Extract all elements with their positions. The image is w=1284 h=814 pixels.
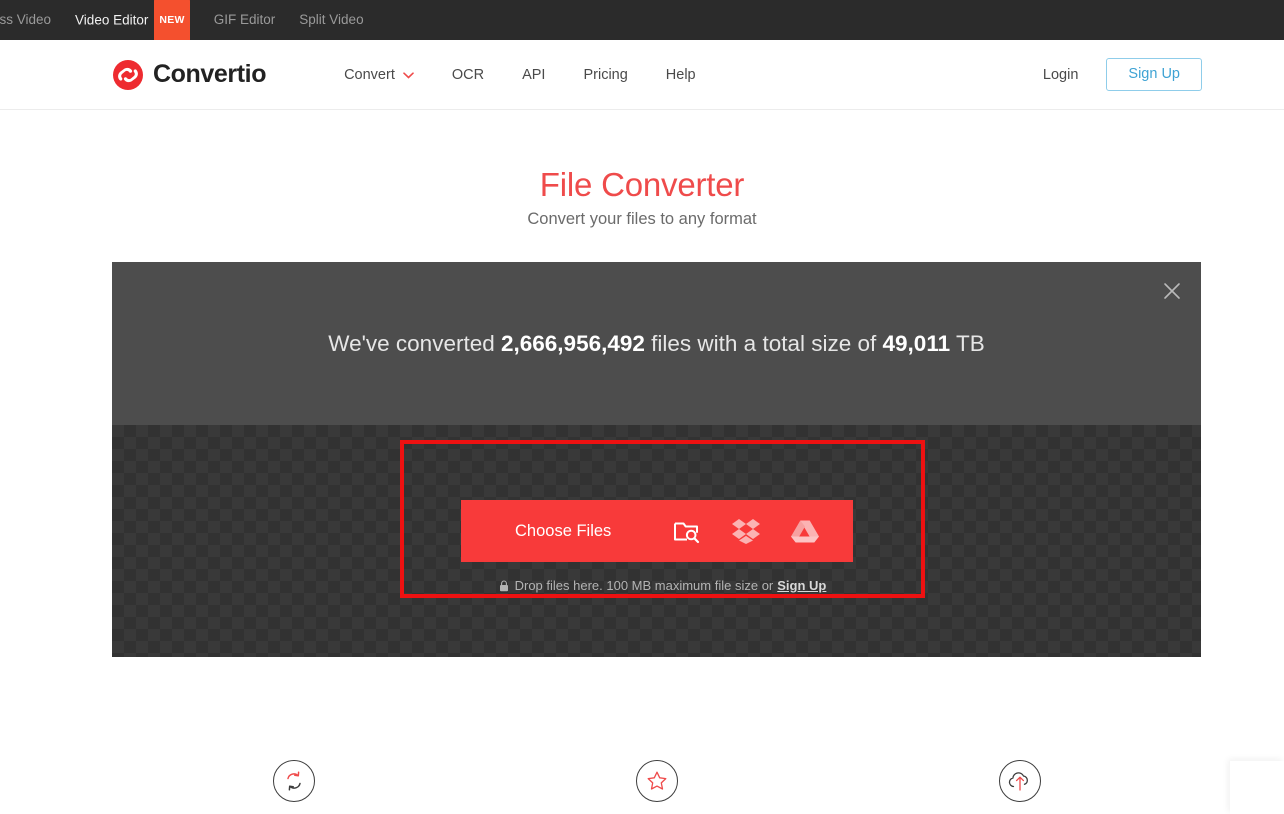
google-drive-icon[interactable]: [791, 519, 819, 544]
chevron-down-icon: [403, 67, 414, 83]
folder-search-icon[interactable]: [673, 519, 701, 544]
new-badge: NEW: [154, 0, 190, 42]
nav-item-convert[interactable]: Convert: [325, 67, 433, 83]
stats-files-count: 2,666,956,492: [501, 330, 645, 356]
nav-item-label: Help: [665, 66, 696, 83]
topbar-item-label: ess Video: [0, 12, 52, 27]
topbar-item-split-video[interactable]: Split Video: [287, 0, 375, 40]
stats-size-unit: TB: [955, 330, 985, 356]
nav-item-ocr[interactable]: OCR: [433, 67, 503, 83]
cloud-source-icons: [643, 518, 819, 544]
feature-cloud-upload[interactable]: [838, 760, 1201, 802]
logo-text: Convertio: [153, 60, 267, 88]
page-title: File Converter: [539, 166, 745, 203]
feature-convert[interactable]: [112, 760, 475, 802]
dropzone-signup-link[interactable]: Sign Up: [777, 578, 826, 593]
logo[interactable]: Convertio: [112, 59, 266, 91]
stats-prefix: We've converted: [328, 330, 495, 356]
page-subtitle: Convert your files to any format: [527, 210, 757, 228]
topbar-item-video-editor[interactable]: Video Editor NEW: [63, 0, 202, 42]
main-navigation: Convert OCR API Pricing Help: [325, 67, 715, 83]
signup-button[interactable]: Sign Up: [1106, 58, 1202, 91]
choose-files-label: Choose Files: [515, 521, 612, 540]
chat-widget-panel[interactable]: [1230, 761, 1284, 814]
nav-item-pricing[interactable]: Pricing: [564, 67, 646, 83]
topbar-item-gif-editor[interactable]: GIF Editor: [202, 0, 288, 40]
nav-item-label: API: [522, 66, 546, 83]
topbar-item-compress-video[interactable]: ess Video: [0, 0, 63, 40]
close-icon[interactable]: [1157, 276, 1187, 306]
convert-arrows-icon: [272, 760, 315, 802]
dropbox-icon[interactable]: [731, 518, 761, 544]
dropzone-note-text: Drop files here. 100 MB maximum file siz…: [514, 578, 774, 593]
nav-item-api[interactable]: API: [503, 67, 564, 83]
secondary-topbar: ess Video Video Editor NEW GIF Editor Spl…: [0, 0, 1284, 42]
feature-icons-row: [112, 760, 1201, 802]
stats-banner: We've converted 2,666,956,492 files with…: [112, 262, 1201, 425]
lock-icon: [499, 579, 509, 592]
dropzone-note: Drop files here. 100 MB maximum file siz…: [400, 578, 925, 593]
login-link[interactable]: Login: [1043, 67, 1078, 83]
header-account-actions: Login Sign Up: [1043, 58, 1202, 91]
nav-item-label: OCR: [451, 66, 485, 83]
nav-item-label: Pricing: [583, 66, 628, 83]
stats-text: We've converted 2,666,956,492 files with…: [328, 331, 984, 357]
topbar-item-label: Video Editor: [75, 12, 149, 27]
site-header: Convertio Convert OCR API Pricing Help L…: [0, 40, 1284, 110]
star-icon: [635, 760, 678, 802]
feature-quality[interactable]: [475, 760, 838, 802]
stats-total-size: 49,011: [882, 330, 951, 356]
topbar-item-label: Split Video: [299, 12, 364, 27]
convertio-swirl-icon: [112, 59, 144, 91]
topbar-item-label: GIF Editor: [213, 12, 276, 27]
nav-item-label: Convert: [344, 66, 395, 83]
stats-middle: files with a total size of: [651, 330, 877, 356]
choose-files-button[interactable]: Choose Files: [461, 500, 853, 562]
nav-item-help[interactable]: Help: [647, 67, 715, 83]
cloud-upload-icon: [998, 760, 1041, 802]
